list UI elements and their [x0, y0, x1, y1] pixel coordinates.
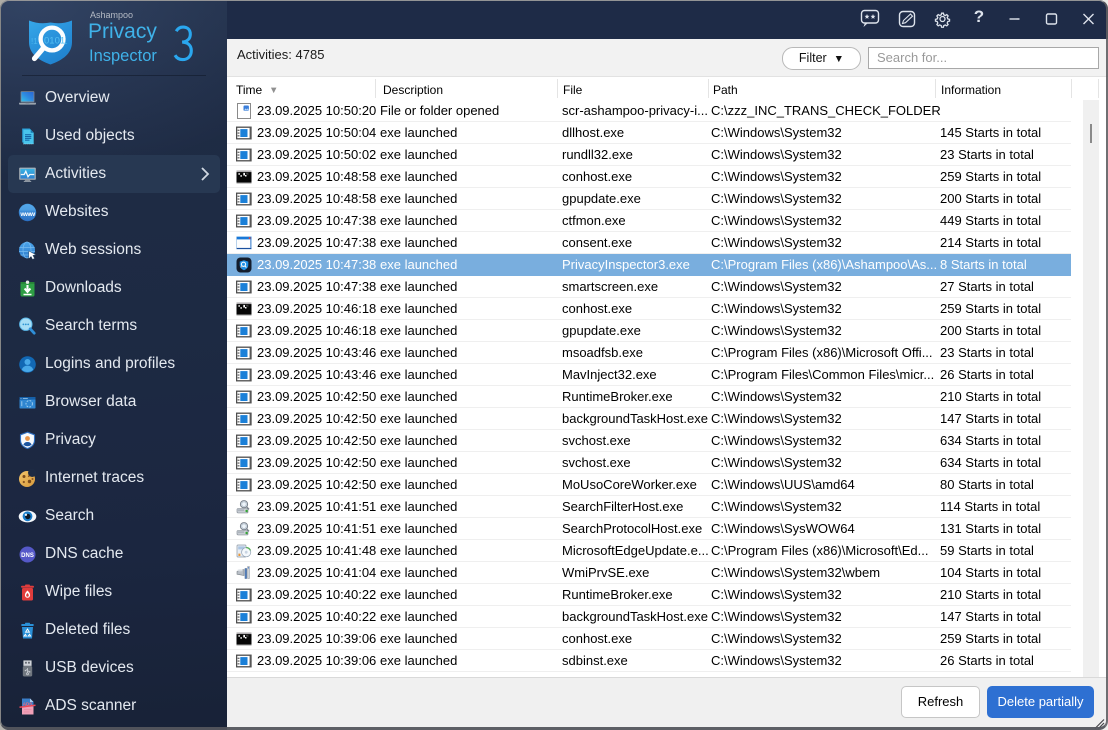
svg-text:DNS: DNS [21, 553, 34, 559]
svg-text:www: www [19, 211, 36, 218]
svg-text:0101: 0101 [44, 36, 65, 47]
svg-text:!1: !1 [31, 37, 38, 46]
